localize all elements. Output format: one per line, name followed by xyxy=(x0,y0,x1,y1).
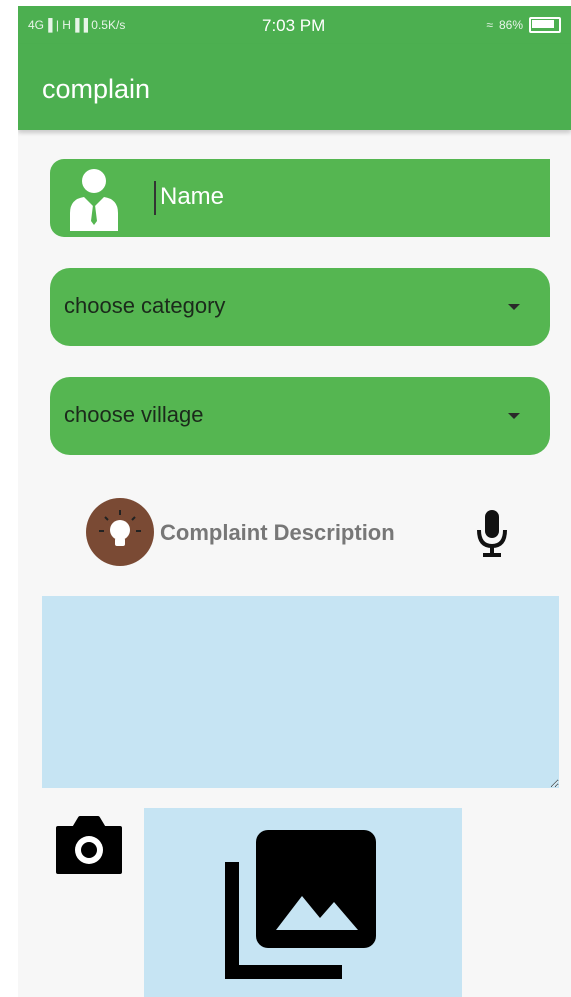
status-right: ≈ 86% xyxy=(486,17,561,33)
description-input[interactable] xyxy=(42,596,559,788)
name-field[interactable]: Name xyxy=(50,159,550,237)
gallery-icon xyxy=(225,830,376,979)
village-dropdown[interactable]: choose village xyxy=(50,377,550,455)
description-label: Complaint Description xyxy=(160,520,395,545)
description-header: Complaint Description xyxy=(18,498,571,568)
app-bar: complain xyxy=(18,44,571,130)
page-title: complain xyxy=(42,74,151,104)
status-bar: 4G▐ | H▐▐ 0.5K/s 7:03 PM ≈ 86% xyxy=(18,6,571,44)
battery-percent: 86% xyxy=(498,18,523,32)
camera-icon[interactable] xyxy=(54,814,124,876)
microphone-icon[interactable] xyxy=(474,508,510,560)
battery-icon xyxy=(529,17,561,33)
person-icon xyxy=(70,169,118,231)
name-placeholder: Name xyxy=(160,183,225,210)
text-cursor xyxy=(154,181,156,215)
image-preview[interactable] xyxy=(144,808,462,997)
caret-down-icon xyxy=(508,304,520,310)
category-label: choose category xyxy=(64,293,226,318)
clock: 7:03 PM xyxy=(262,16,326,35)
caret-down-icon xyxy=(508,413,520,419)
app-screen: 4G▐ | H▐▐ 0.5K/s 7:03 PM ≈ 86% complain … xyxy=(18,6,571,997)
lightbulb-icon xyxy=(86,498,154,566)
category-dropdown[interactable]: choose category xyxy=(50,268,550,346)
wifi-icon: ≈ xyxy=(486,18,493,32)
village-label: choose village xyxy=(64,402,204,427)
network-status: 4G▐ | H▐▐ 0.5K/s xyxy=(28,18,126,32)
